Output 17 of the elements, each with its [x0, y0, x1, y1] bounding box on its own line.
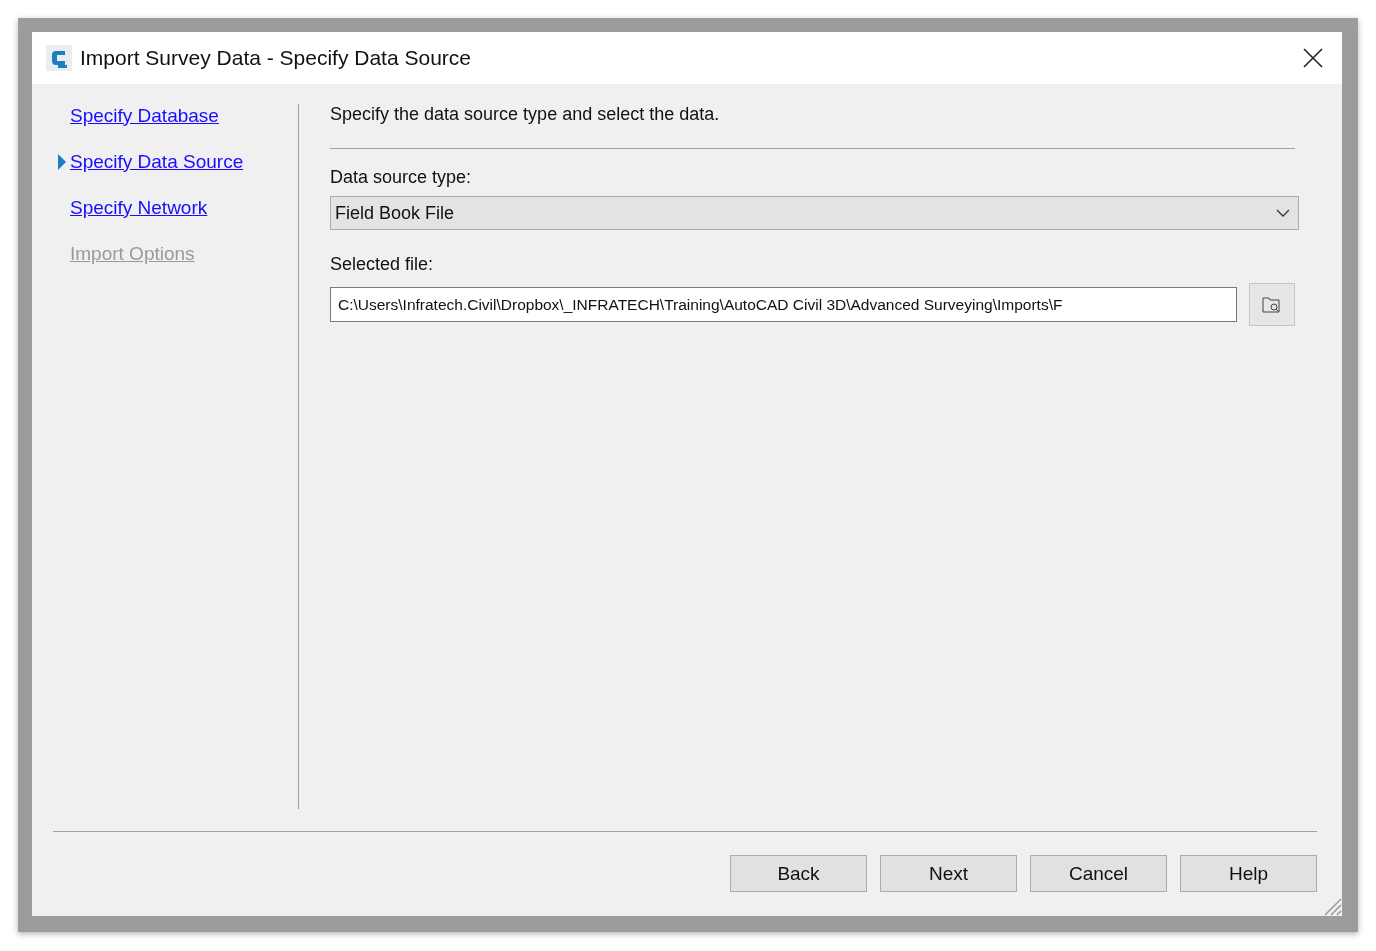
folder-search-icon: [1262, 295, 1282, 314]
step-link[interactable]: Specify Data Source: [70, 150, 244, 173]
step-link[interactable]: Specify Network: [70, 196, 208, 219]
source-type-dropdown[interactable]: Field Book File: [330, 196, 1299, 230]
chevron-down-icon: [1276, 209, 1290, 217]
file-path-field[interactable]: C:\Users\Infratech.Civil\Dropbox\_INFRATECH\Training\AutoCAD Civil 3D\Advanced Surveying\Imports\F: [330, 287, 1237, 322]
instruction-text: Specify the data source type and select the data.: [330, 104, 721, 126]
field-label: Selected file:: [330, 254, 435, 275]
dialog-button[interactable]: Cancel: [1030, 855, 1167, 892]
dialog-button[interactable]: Next: [880, 855, 1017, 892]
dialog-button[interactable]: Help: [1180, 855, 1317, 892]
dialog-button[interactable]: Back: [730, 855, 867, 892]
window-title: Import Survey Data - Specify Data Source: [80, 46, 472, 70]
browse-button[interactable]: [1249, 283, 1295, 326]
step-link[interactable]: Specify Database: [70, 104, 219, 127]
field-label: Data source type:: [330, 167, 473, 188]
app-logo-icon: [46, 45, 72, 71]
